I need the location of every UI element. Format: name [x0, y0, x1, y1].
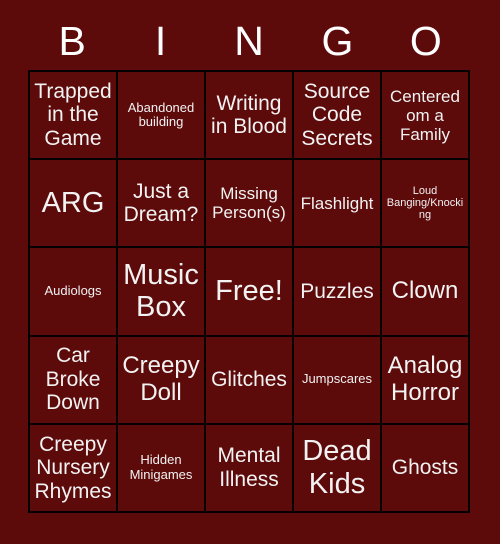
bingo-cell[interactable]: Car Broke Down [30, 336, 116, 423]
bingo-cell[interactable]: Creepy Doll [118, 336, 204, 423]
bingo-cell[interactable]: Hidden Minigames [118, 424, 204, 511]
bingo-header: B I N G O [28, 12, 470, 70]
bingo-card: B I N G O Trapped in the Game Abandoned … [0, 0, 500, 544]
bingo-cell[interactable]: Audiologs [30, 248, 116, 335]
bingo-cell[interactable]: Centered om a Family [382, 72, 468, 159]
bingo-cell[interactable]: Ghosts [382, 424, 468, 511]
bingo-cell[interactable]: Abandoned building [118, 72, 204, 159]
bingo-cell[interactable]: ARG [30, 160, 116, 247]
bingo-cell[interactable]: Jumpscares [294, 336, 380, 423]
bingo-cell[interactable]: Creepy Nursery Rhymes [30, 424, 116, 511]
bingo-cell[interactable]: Dead Kids [294, 424, 380, 511]
bingo-header-letter-n: N [234, 17, 264, 64]
bingo-header-letter-b: B [58, 17, 86, 64]
bingo-cell[interactable]: Mental Illness [206, 424, 292, 511]
bingo-cell[interactable]: Source Code Secrets [294, 72, 380, 159]
bingo-cell[interactable]: Flashlight [294, 160, 380, 247]
bingo-cell[interactable]: Trapped in the Game [30, 72, 116, 159]
bingo-cell[interactable]: Glitches [206, 336, 292, 423]
bingo-cell[interactable]: Writing in Blood [206, 72, 292, 159]
bingo-cell-free[interactable]: Free! [206, 248, 292, 335]
bingo-header-letter-i: I [154, 17, 167, 64]
bingo-cell[interactable]: Loud Banging/Knocking [382, 160, 468, 247]
bingo-cell[interactable]: Just a Dream? [118, 160, 204, 247]
bingo-cell[interactable]: Missing Person(s) [206, 160, 292, 247]
bingo-cell[interactable]: Clown [382, 248, 468, 335]
bingo-cell[interactable]: Puzzles [294, 248, 380, 335]
bingo-header-letter-g: G [321, 17, 354, 64]
bingo-cell[interactable]: Analog Horror [382, 336, 468, 423]
bingo-header-letter-o: O [409, 17, 442, 64]
bingo-cell[interactable]: Music Box [118, 248, 204, 335]
bingo-grid: Trapped in the Game Abandoned building W… [28, 70, 470, 513]
